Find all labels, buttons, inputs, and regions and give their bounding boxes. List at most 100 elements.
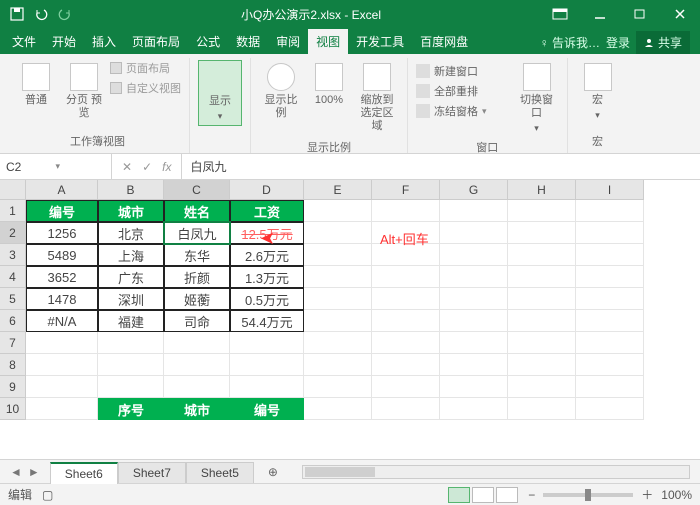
cell[interactable] — [508, 376, 576, 398]
cell[interactable]: 广东 — [98, 266, 164, 288]
horizontal-scrollbar[interactable] — [302, 465, 690, 479]
column-header[interactable]: C — [164, 180, 230, 200]
cell[interactable] — [230, 332, 304, 354]
cell[interactable] — [304, 288, 372, 310]
sheet-nav-prev-icon[interactable]: ◄ — [10, 465, 22, 479]
cell[interactable] — [304, 376, 372, 398]
pagebreak-view-icon[interactable] — [496, 487, 518, 503]
tab-developer[interactable]: 开发工具 — [348, 29, 412, 54]
cell[interactable] — [372, 200, 440, 222]
tab-file[interactable]: 文件 — [4, 29, 44, 54]
column-header[interactable]: G — [440, 180, 508, 200]
cell[interactable] — [576, 354, 644, 376]
cell[interactable]: 深圳 — [98, 288, 164, 310]
row-header[interactable]: 3 — [0, 244, 26, 266]
cell[interactable] — [440, 288, 508, 310]
pagelayout-view-icon[interactable] — [472, 487, 494, 503]
tell-me[interactable]: ♀ 告诉我… — [540, 34, 600, 51]
cell[interactable] — [304, 222, 372, 244]
cell[interactable] — [440, 310, 508, 332]
cell[interactable] — [372, 398, 440, 420]
redo-icon[interactable] — [58, 7, 72, 21]
cell[interactable] — [372, 376, 440, 398]
custom-views-button[interactable]: 自定义视图 — [110, 80, 181, 96]
cell[interactable]: 1478 — [26, 288, 98, 310]
maximize-icon[interactable] — [620, 0, 660, 28]
pagelayout-button[interactable]: 页面布局 — [110, 60, 181, 76]
switch-windows-button[interactable]: 切换窗口▾ — [515, 60, 559, 137]
cell[interactable]: 54.4万元 — [230, 310, 304, 332]
cell[interactable]: 折颜 — [164, 266, 230, 288]
zoom-button[interactable]: 显示比例 — [259, 60, 303, 123]
cell[interactable] — [164, 376, 230, 398]
column-header[interactable]: D — [230, 180, 304, 200]
cell[interactable]: 3652 — [26, 266, 98, 288]
sheet-tab[interactable]: Sheet7 — [118, 462, 186, 483]
formula-input[interactable]: 白凤九 — [182, 154, 700, 179]
login-link[interactable]: 登录 — [606, 34, 630, 51]
cell[interactable]: 1.3万元 — [230, 266, 304, 288]
row-header[interactable]: 4 — [0, 266, 26, 288]
zoom-in-icon[interactable]: ＋ — [641, 486, 653, 503]
cell[interactable] — [440, 200, 508, 222]
cell[interactable]: 北京 — [98, 222, 164, 244]
tab-pagelayout[interactable]: 页面布局 — [124, 29, 188, 54]
tab-formulas[interactable]: 公式 — [188, 29, 228, 54]
cell[interactable] — [440, 266, 508, 288]
zoom-100-button[interactable]: 100% — [307, 60, 351, 110]
cell[interactable] — [304, 398, 372, 420]
zoom-level[interactable]: 100% — [661, 488, 692, 502]
column-header[interactable]: H — [508, 180, 576, 200]
sheet-tab[interactable]: Sheet6 — [50, 462, 118, 484]
cell[interactable] — [576, 266, 644, 288]
cell[interactable]: 福建 — [98, 310, 164, 332]
cell[interactable]: 司命 — [164, 310, 230, 332]
cell[interactable] — [576, 398, 644, 420]
enter-icon[interactable]: ✓ — [142, 160, 152, 174]
cell[interactable] — [372, 266, 440, 288]
column-header[interactable]: A — [26, 180, 98, 200]
column-header[interactable]: B — [98, 180, 164, 200]
cell[interactable] — [230, 354, 304, 376]
cell[interactable] — [372, 354, 440, 376]
cell[interactable] — [576, 376, 644, 398]
cell[interactable] — [576, 244, 644, 266]
undo-icon[interactable] — [34, 7, 48, 21]
tab-home[interactable]: 开始 — [44, 29, 84, 54]
ribbon-options-icon[interactable] — [540, 0, 580, 28]
add-sheet-button[interactable]: ⊕ — [254, 465, 292, 479]
cell[interactable] — [230, 376, 304, 398]
cell[interactable] — [508, 332, 576, 354]
cell[interactable]: 城市 — [98, 200, 164, 222]
name-box[interactable]: C2▾ — [0, 154, 112, 179]
cell[interactable]: 编号 — [26, 200, 98, 222]
tab-insert[interactable]: 插入 — [84, 29, 124, 54]
cell[interactable] — [576, 310, 644, 332]
sheet-tab[interactable]: Sheet5 — [186, 462, 254, 483]
tab-data[interactable]: 数据 — [228, 29, 268, 54]
cell[interactable] — [508, 354, 576, 376]
cell[interactable]: 姓名 — [164, 200, 230, 222]
freeze-panes-button[interactable]: 冻结窗格▾ — [416, 102, 487, 120]
row-header[interactable]: 8 — [0, 354, 26, 376]
cell[interactable] — [304, 332, 372, 354]
cell[interactable] — [508, 200, 576, 222]
cell[interactable] — [576, 222, 644, 244]
cell[interactable] — [508, 266, 576, 288]
cell[interactable]: 1256 — [26, 222, 98, 244]
cell[interactable] — [508, 222, 576, 244]
tab-review[interactable]: 审阅 — [268, 29, 308, 54]
row-header[interactable]: 9 — [0, 376, 26, 398]
cell[interactable] — [304, 244, 372, 266]
row-header[interactable]: 2 — [0, 222, 26, 244]
cell[interactable] — [508, 310, 576, 332]
cell[interactable] — [440, 244, 508, 266]
row-header[interactable]: 1 — [0, 200, 26, 222]
column-header[interactable]: E — [304, 180, 372, 200]
cell[interactable] — [304, 266, 372, 288]
row-header[interactable]: 6 — [0, 310, 26, 332]
zoom-selection-button[interactable]: 缩放到 选定区域 — [355, 60, 399, 137]
macros-button[interactable]: 宏▾ — [576, 60, 620, 124]
cell[interactable] — [508, 244, 576, 266]
zoom-out-icon[interactable]: − — [528, 488, 535, 502]
